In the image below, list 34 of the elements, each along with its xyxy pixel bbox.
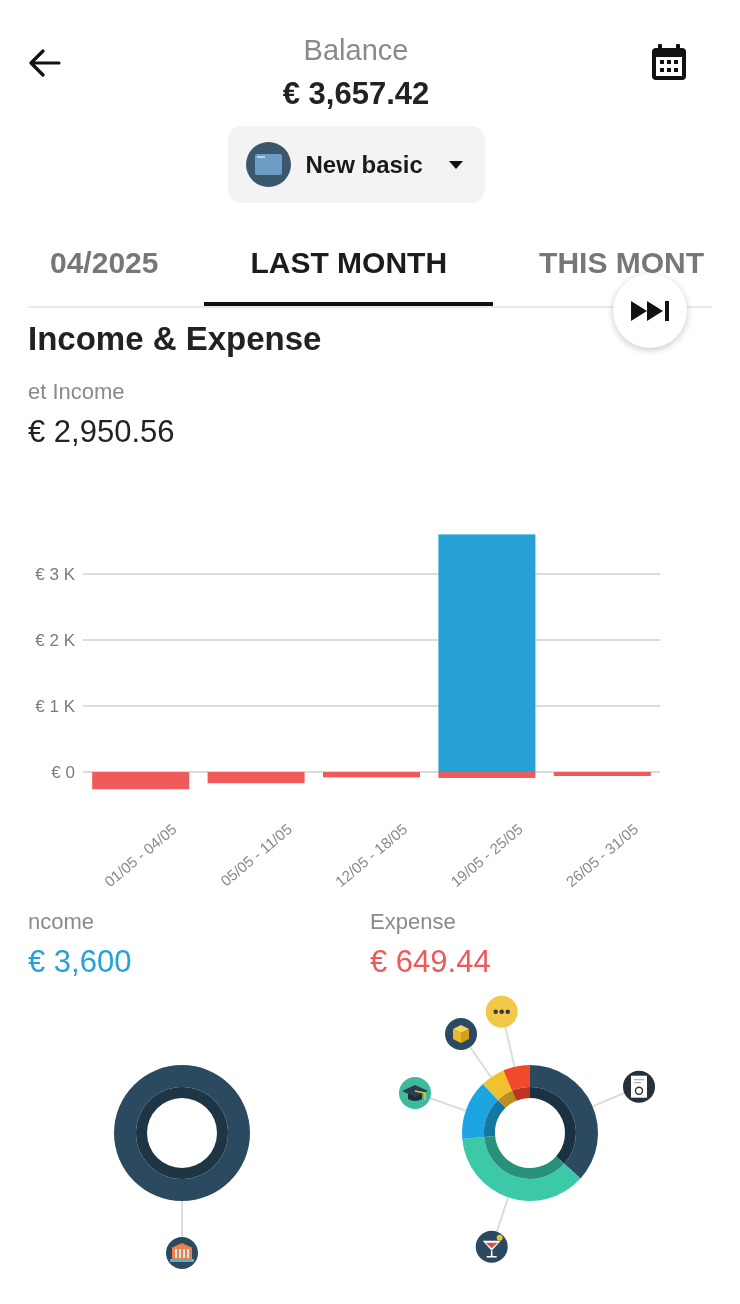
leader-line <box>429 1097 467 1112</box>
folder-icon <box>245 142 291 187</box>
graduation-cap-icon <box>399 1077 431 1109</box>
axis-label: € 3 K <box>35 565 75 584</box>
total-label: Expense <box>370 908 456 936</box>
leader-line <box>181 1200 183 1238</box>
more-icon <box>485 995 518 1028</box>
bank-icon <box>166 1237 198 1269</box>
balance-amount: € 3,657.42 <box>282 75 430 113</box>
leader-line <box>504 1026 516 1068</box>
box-icon <box>445 1018 477 1050</box>
cocktail-icon <box>475 1230 508 1263</box>
period-tab[interactable]: 04/2025 <box>4 230 205 306</box>
balance-label: Balance <box>303 34 409 66</box>
leader-line <box>591 1091 626 1108</box>
axis-label: € 1 K <box>35 697 75 717</box>
axis-label: € 0 <box>51 763 75 783</box>
axis-label: € 2 K <box>35 631 75 650</box>
net-income-amount: € 2,950.56 <box>28 414 175 450</box>
total-amount: € 649.44 <box>370 944 491 980</box>
account-selector[interactable]: New basic <box>227 126 485 203</box>
leader-line <box>469 1046 493 1079</box>
section-title: Income & Expense <box>28 320 322 358</box>
period-tab[interactable]: THIS MONT <box>493 230 705 306</box>
receipt-icon <box>623 1070 655 1103</box>
calendar-icon[interactable] <box>652 44 686 80</box>
caret-icon <box>448 160 463 169</box>
skip-to-end-icon <box>631 301 669 321</box>
skip-to-end-button[interactable] <box>613 274 687 348</box>
total-amount: € 3,600 <box>28 944 132 980</box>
back-arrow-icon[interactable] <box>29 49 61 77</box>
net-income-label: et Income <box>28 378 125 406</box>
total-label: ncome <box>28 908 95 936</box>
leader-line <box>495 1196 510 1233</box>
